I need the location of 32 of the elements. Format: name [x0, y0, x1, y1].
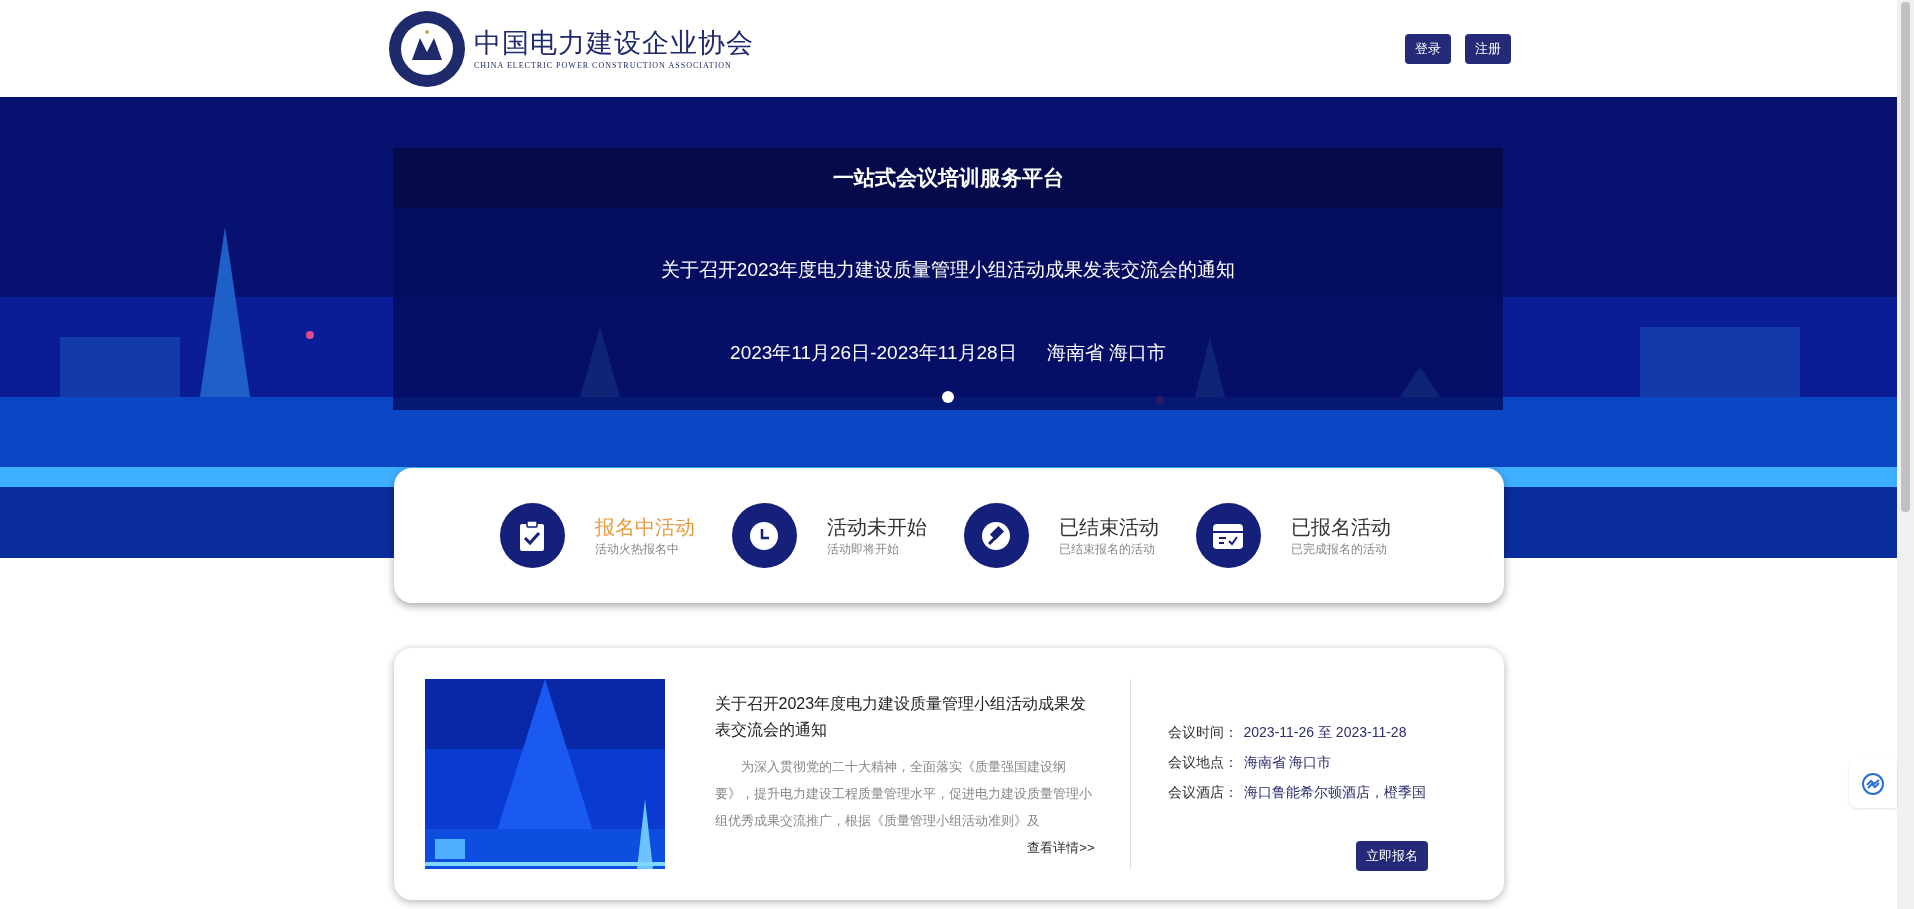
- category-subtitle: 活动即将开始: [826, 540, 900, 558]
- inbox-check-icon: [1212, 521, 1244, 550]
- platform-title: 一站式会议培训服务平台: [393, 148, 1503, 208]
- logo-icon: [388, 9, 466, 88]
- clipboard-check-icon: [518, 519, 546, 552]
- floating-service-button[interactable]: [1849, 760, 1897, 808]
- category-tab[interactable]: 活动未开始: [826, 513, 927, 540]
- register-now-button[interactable]: 立即报名: [1355, 841, 1428, 871]
- category-tab[interactable]: 已结束活动: [1058, 513, 1159, 540]
- register-button[interactable]: 注册: [1465, 33, 1511, 64]
- category-subtitle: 已结束报名的活动: [1058, 540, 1156, 558]
- gavel-icon: [981, 520, 1011, 551]
- banner-headline: 关于召开2023年度电力建设质量管理小组活动成果发表交流会的通知: [660, 258, 1236, 282]
- details-link[interactable]: 查看详情>>: [1027, 837, 1095, 858]
- category-subtitle: 已完成报名的活动: [1290, 540, 1388, 558]
- event-title[interactable]: 关于召开2023年度电力建设质量管理小组活动成果发表交流会的通知: [714, 690, 1095, 743]
- event-summary: 为深入贯彻党的二十大精神，全面落实《质量强国建设纲要》，提升电力建设工程质量管理水平，促进电力建设质量管理小组优秀成果交流推广，根据《质量管理小组活动准则》及: [714, 757, 1093, 830]
- category-subtitle: 活动火热报名中: [594, 540, 680, 558]
- field-value: 2023-11-26 至 2023-11-28: [1243, 723, 1407, 742]
- swirl-icon: [1861, 772, 1885, 796]
- field-label: 会议酒店：: [1167, 783, 1238, 802]
- banner-place: 海南省 海口市: [1046, 340, 1166, 365]
- field-label: 会议时间：: [1167, 723, 1238, 742]
- banner-date: 2023年11月26日-2023年11月28日: [730, 340, 1017, 365]
- login-button[interactable]: 登录: [1405, 33, 1451, 64]
- logo-subtitle: CHINA ELECTRIC POWER CONSTRUCTION ASSOCIATION: [474, 59, 733, 72]
- field-label: 会议地点：: [1167, 753, 1238, 772]
- field-value: 海口鲁能希尔顿酒店，橙季国: [1243, 783, 1426, 802]
- field-value: 海南省 海口市: [1243, 753, 1332, 772]
- logo-title: 中国电力建设企业协会: [474, 26, 754, 60]
- clock-icon: [749, 520, 779, 551]
- category-tab[interactable]: 已报名活动: [1290, 513, 1391, 540]
